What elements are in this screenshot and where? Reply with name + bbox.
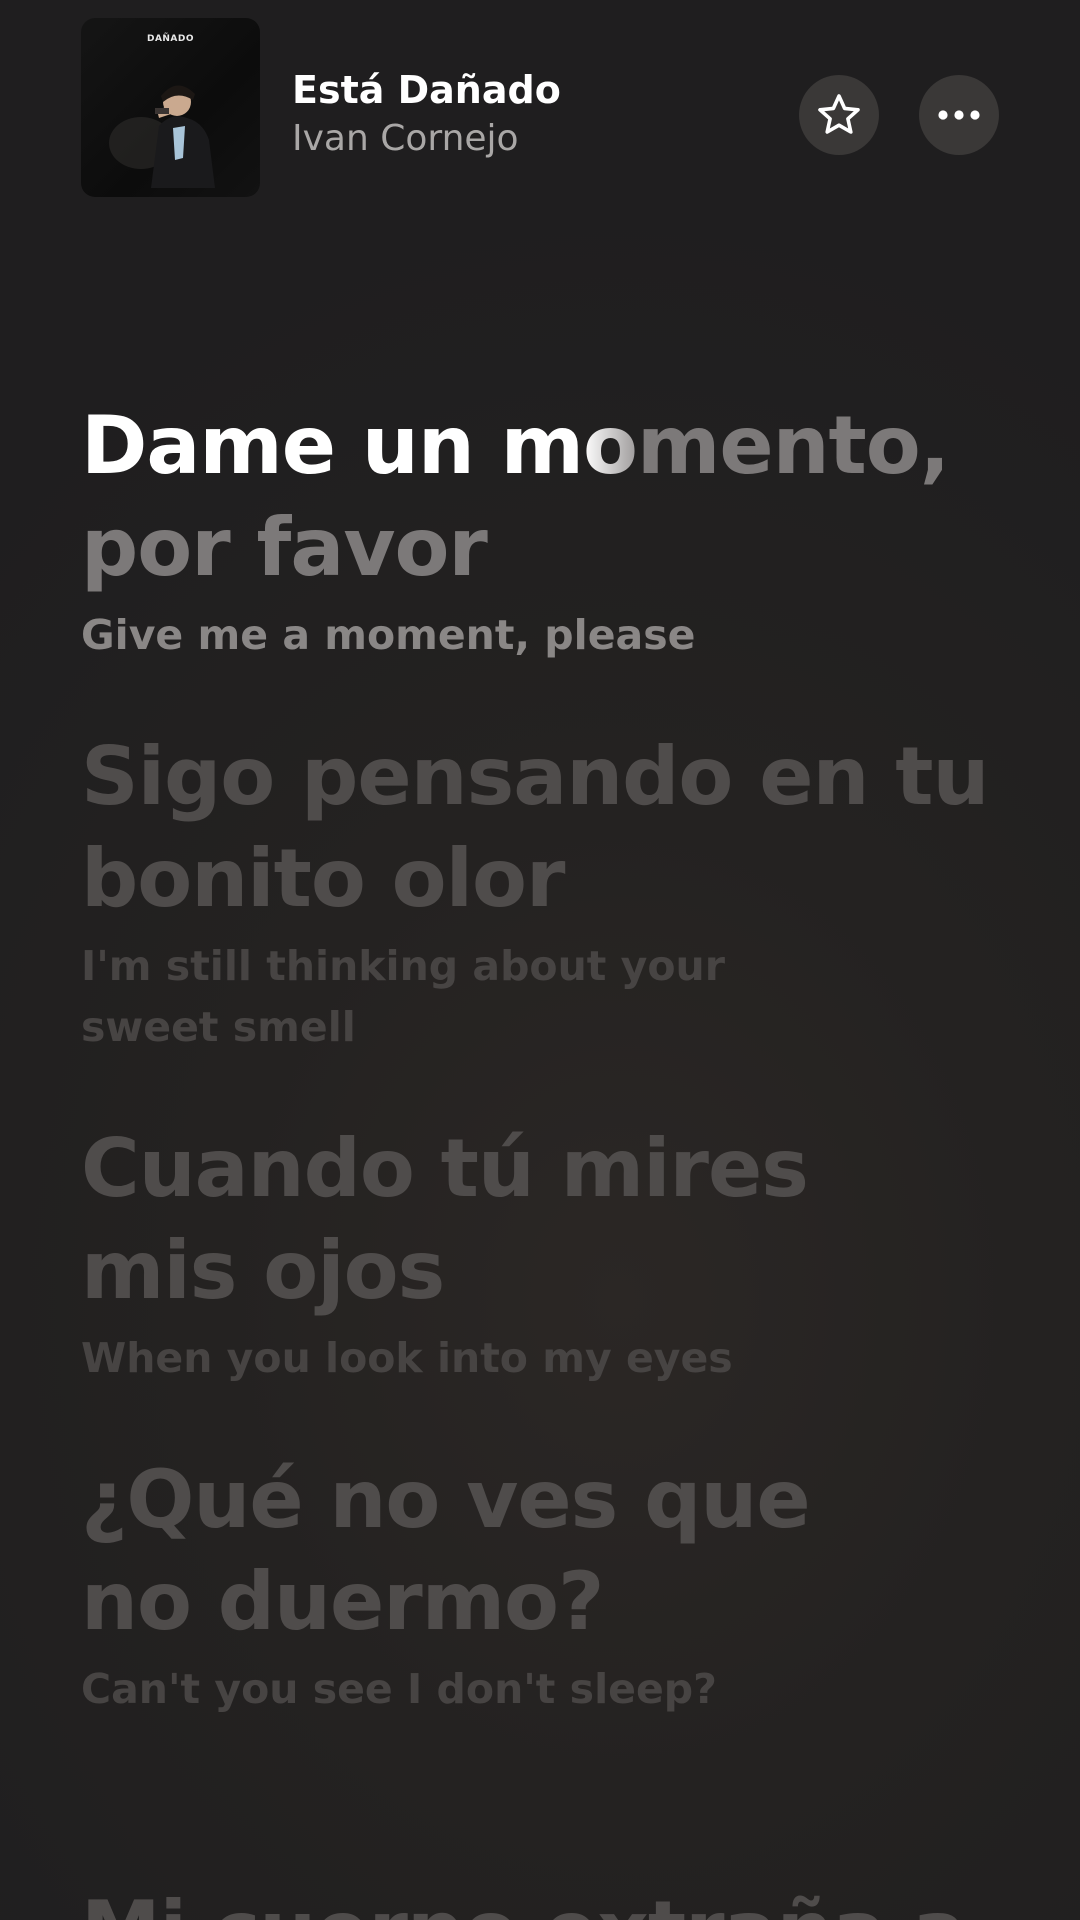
- lyric-text: Mi cuerpo extraña a: [81, 1880, 1021, 1920]
- lyric-text: ¿Qué no ves que: [81, 1453, 811, 1546]
- lyric-translation: I'm still thinking about your: [81, 942, 725, 990]
- more-options-button[interactable]: [919, 75, 999, 155]
- lyric-translation: Give me a moment, please: [81, 611, 696, 659]
- lyric-text-line-2: mis ojos: [81, 1224, 445, 1317]
- song-title[interactable]: Está Dañado: [292, 68, 561, 112]
- lyrics-list: Dame un momento, por favor Give me a mom…: [81, 395, 1021, 1780]
- lyric-text: Sigo pensando en tu: [81, 730, 989, 823]
- lyric-line[interactable]: Sigo pensando en tu bonito olor I'm stil…: [81, 726, 1021, 1058]
- favorite-button[interactable]: [799, 75, 879, 155]
- lyric-line-partial[interactable]: Mi cuerpo extraña a: [81, 1880, 1021, 1920]
- artwork-figure: [109, 85, 215, 188]
- now-playing-header: DAÑADO Está Dañado Ivan Cornejo: [0, 0, 1080, 200]
- star-icon: [818, 94, 860, 134]
- lyric-translation: When you look into my eyes: [81, 1334, 733, 1382]
- lyric-line-current[interactable]: Dame un momento, por favor Give me a mom…: [81, 395, 1021, 666]
- album-artwork[interactable]: DAÑADO: [81, 18, 260, 197]
- ellipsis-icon: [938, 110, 980, 120]
- lyric-text: Dame un momento,: [81, 395, 1021, 497]
- lyric-line[interactable]: Cuando tú mires mis ojos When you look i…: [81, 1118, 1021, 1389]
- lyric-text: Cuando tú mires: [81, 1122, 809, 1215]
- lyric-line[interactable]: ¿Qué no ves que no duermo? Can't you see…: [81, 1449, 1021, 1720]
- lyric-fading-portion: o: [582, 399, 638, 492]
- artist-name[interactable]: Ivan Cornejo: [292, 118, 519, 159]
- lyric-translation: Can't you see I don't sleep?: [81, 1665, 717, 1713]
- lyric-translation-line-2: sweet smell: [81, 1003, 356, 1051]
- lyric-text-line-2: no duermo?: [81, 1555, 604, 1648]
- lyric-unsung-portion: mento,: [636, 399, 950, 492]
- lyric-text-line-2: bonito olor: [81, 832, 565, 925]
- lyric-sung-portion: Dame un m: [81, 399, 584, 492]
- lyric-text-line-2: por favor: [81, 501, 488, 594]
